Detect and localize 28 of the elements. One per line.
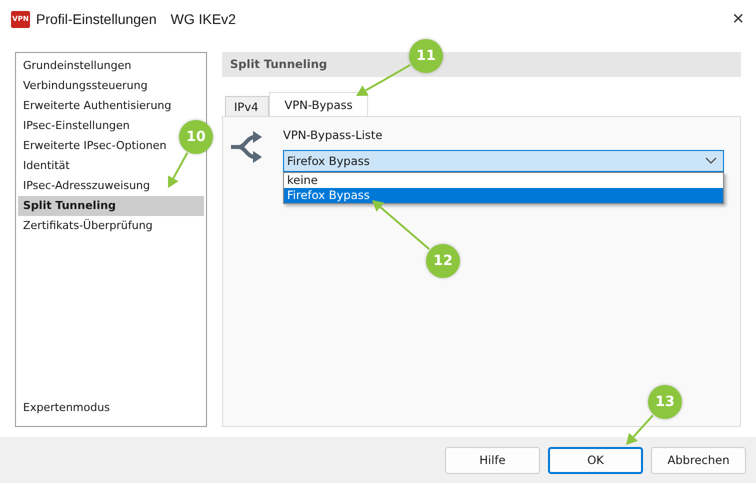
sidebar-item[interactable]: Erweiterte Authentisierung <box>18 96 176 116</box>
window-title: Profil-Einstellungen <box>36 11 157 27</box>
sidebar-item[interactable]: IPsec-Adresszuweisung <box>18 176 156 196</box>
dialog-button[interactable]: OK <box>548 446 643 474</box>
tab[interactable]: IPv4 <box>225 96 270 116</box>
sidebar-item[interactable]: Split Tunneling <box>18 196 204 216</box>
callout-number: 11 <box>409 39 443 73</box>
dropdown-option[interactable]: Firefox Bypass <box>284 188 723 203</box>
sidebar-item[interactable]: Grundeinstellungen <box>18 56 136 76</box>
callout-arrow <box>168 152 188 188</box>
sidebar-item[interactable]: Identität <box>18 156 75 176</box>
sidebar-item[interactable]: IPsec-Einstellungen <box>18 116 135 136</box>
dialog-button[interactable]: Abbrechen <box>651 446 746 474</box>
callout-arrow <box>626 414 654 445</box>
tab[interactable]: VPN-Bypass <box>269 92 368 116</box>
sidebar-item[interactable]: Expertenmodus <box>18 398 204 418</box>
close-button[interactable]: × <box>728 8 748 30</box>
bypass-dropdown[interactable]: Firefox Bypass <box>283 150 724 172</box>
sidebar-item[interactable]: Zertifikats-Überprüfung <box>18 216 158 236</box>
sidebar-item[interactable]: Verbindungssteuerung <box>18 76 153 96</box>
dropdown-option[interactable]: keine <box>284 173 723 188</box>
field-label: VPN-Bypass-Liste <box>283 128 384 142</box>
callout-arrow <box>356 64 411 96</box>
dialog-button[interactable]: Hilfe <box>445 446 540 474</box>
sidebar-item[interactable]: Erweiterte IPsec-Optionen <box>18 136 172 156</box>
chevron-down-icon <box>705 157 717 165</box>
callout-arrow <box>372 200 430 250</box>
profile-name: WG IKEv2 <box>170 11 236 27</box>
